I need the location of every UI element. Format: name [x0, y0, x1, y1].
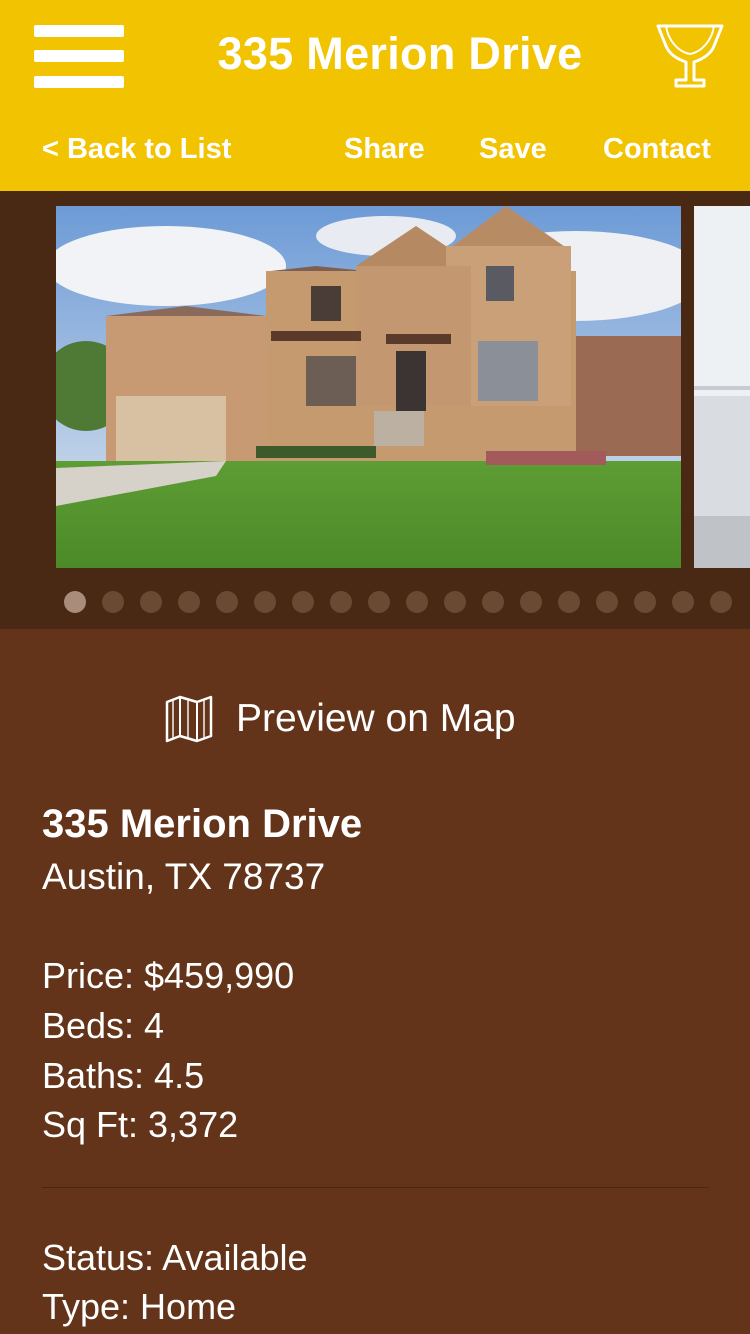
gallery-dot[interactable] — [558, 591, 580, 613]
contact-link[interactable]: Contact — [603, 133, 711, 166]
divider — [42, 1187, 709, 1188]
gallery-dot[interactable] — [444, 591, 466, 613]
gallery-dot[interactable] — [368, 591, 390, 613]
page-title: 335 Merion Drive — [217, 28, 583, 79]
photo-gallery[interactable] — [0, 191, 750, 629]
gallery-dot[interactable] — [216, 591, 238, 613]
map-icon — [165, 695, 213, 743]
gallery-dot[interactable] — [178, 591, 200, 613]
share-link[interactable]: Share — [344, 133, 425, 166]
gallery-dot[interactable] — [254, 591, 276, 613]
gallery-dot[interactable] — [330, 591, 352, 613]
gallery-dot[interactable] — [634, 591, 656, 613]
listing-baths: Baths: 4.5 — [42, 1055, 205, 1096]
house-photo[interactable] — [56, 206, 681, 568]
trophy-icon[interactable] — [654, 22, 726, 92]
preview-on-map-button[interactable]: Preview on Map — [164, 693, 516, 745]
top-header: 335 Merion Drive < Back to List Share Sa… — [0, 0, 750, 191]
back-to-list-link[interactable]: < Back to List — [42, 133, 231, 166]
listing-type: Type: Home — [42, 1286, 237, 1327]
gallery-dot[interactable] — [710, 591, 732, 613]
gallery-dot[interactable] — [596, 591, 618, 613]
gallery-dot[interactable] — [140, 591, 162, 613]
listing-address: 335 Merion Drive — [42, 802, 363, 846]
listing-status: Status: Available — [42, 1237, 308, 1278]
gallery-dot[interactable] — [292, 591, 314, 613]
next-photo-preview[interactable] — [694, 206, 750, 568]
gallery-page-indicator[interactable] — [64, 591, 732, 613]
gallery-dot[interactable] — [406, 591, 428, 613]
listing-price: Price: $459,990 — [42, 955, 295, 996]
hamburger-menu-icon[interactable] — [34, 25, 124, 88]
gallery-dot[interactable] — [64, 591, 86, 613]
listing-sqft: Sq Ft: 3,372 — [42, 1104, 239, 1145]
gallery-dot[interactable] — [672, 591, 694, 613]
gallery-dot[interactable] — [102, 591, 124, 613]
map-label: Preview on Map — [236, 697, 516, 740]
save-link[interactable]: Save — [479, 133, 547, 166]
gallery-dot[interactable] — [520, 591, 542, 613]
listing-city: Austin, TX 78737 — [42, 856, 326, 897]
listing-beds: Beds: 4 — [42, 1005, 165, 1046]
gallery-dot[interactable] — [482, 591, 504, 613]
